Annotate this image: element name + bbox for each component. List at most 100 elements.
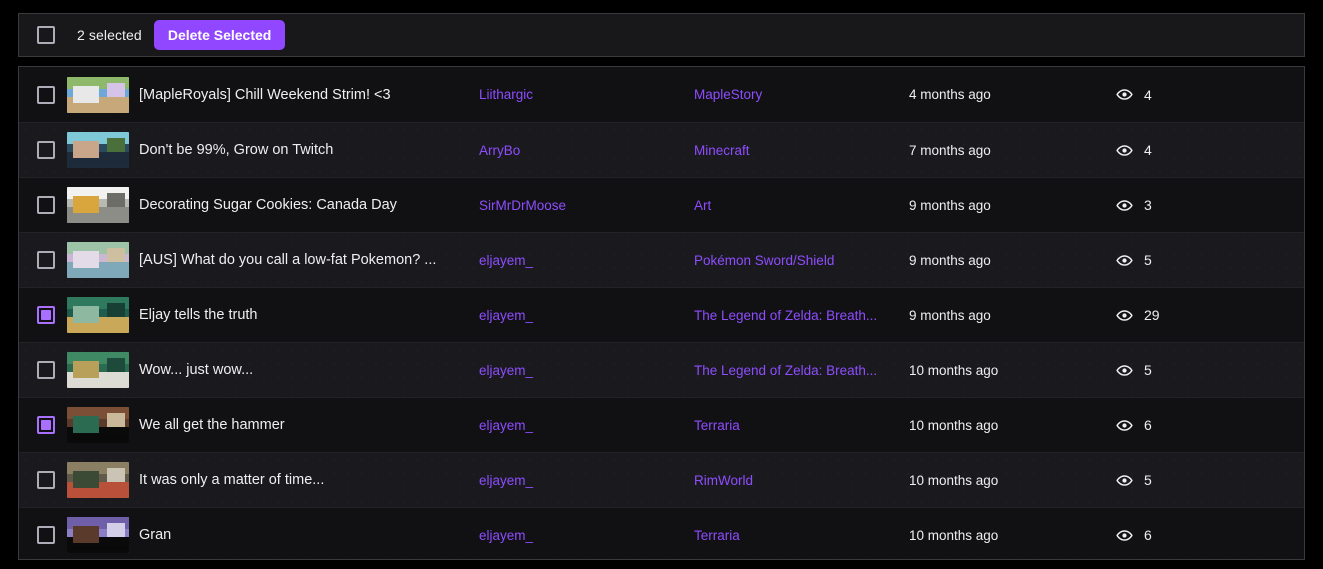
- view-count: 4: [1144, 142, 1152, 158]
- video-manager-screen: 2 selected Delete Selected [MapleRoyals]…: [0, 0, 1323, 569]
- video-thumbnail[interactable]: [67, 297, 129, 333]
- channel-link[interactable]: eljayem_: [479, 253, 694, 268]
- eye-icon: [1116, 307, 1133, 324]
- table-row[interactable]: Gran eljayem_ Terraria 10 months ago 6: [19, 507, 1304, 559]
- published-date: 4 months ago: [909, 87, 991, 102]
- views-cell: 5: [1114, 362, 1294, 379]
- game-link[interactable]: Terraria: [694, 528, 909, 543]
- video-thumbnail[interactable]: [67, 242, 129, 278]
- published-date: 10 months ago: [909, 527, 999, 543]
- channel-link[interactable]: eljayem_: [479, 363, 694, 378]
- game-link[interactable]: RimWorld: [694, 473, 909, 488]
- game-link[interactable]: Minecraft: [694, 143, 909, 158]
- published-date: 10 months ago: [909, 417, 999, 433]
- video-title[interactable]: [AUS] What do you call a low-fat Pokemon…: [139, 252, 479, 268]
- game-link[interactable]: MapleStory: [694, 87, 909, 102]
- row-select-checkbox[interactable]: [37, 526, 55, 544]
- view-count: 4: [1144, 86, 1152, 103]
- table-row[interactable]: Wow... just wow... eljayem_ The Legend of …: [19, 342, 1304, 397]
- thumbnail-cell: [67, 517, 139, 553]
- published-date: 9 months ago: [909, 307, 991, 323]
- thumbnail-cell: [67, 297, 139, 333]
- view-count: 5: [1144, 472, 1152, 488]
- view-count: 5: [1144, 252, 1152, 268]
- video-thumbnail[interactable]: [67, 132, 129, 168]
- view-count: 5: [1144, 362, 1152, 378]
- row-select-checkbox[interactable]: [37, 361, 55, 379]
- eye-icon: [1116, 472, 1133, 489]
- video-thumbnail[interactable]: [67, 517, 129, 553]
- game-link[interactable]: The Legend of Zelda: Breath...: [694, 363, 909, 378]
- view-count: 3: [1144, 197, 1152, 213]
- video-title[interactable]: Decorating Sugar Cookies: Canada Day: [139, 197, 479, 213]
- row-select-checkbox[interactable]: [37, 196, 55, 214]
- video-title[interactable]: Gran: [139, 527, 479, 543]
- video-title[interactable]: Wow... just wow...: [139, 362, 479, 378]
- row-checkbox-cell: [29, 361, 67, 379]
- eye-icon: [1116, 362, 1133, 379]
- views-cell: 5: [1114, 472, 1294, 489]
- table-row[interactable]: [MapleRoyals] Chill Weekend Strim! <3 Lii…: [19, 67, 1304, 122]
- channel-link[interactable]: eljayem_: [479, 418, 694, 433]
- table-row[interactable]: Eljay tells the truth eljayem_ The Legend …: [19, 287, 1304, 342]
- views-cell: 5: [1114, 252, 1294, 269]
- published-date: 10 months ago: [909, 472, 999, 488]
- row-checkbox-cell: [29, 141, 67, 159]
- video-title[interactable]: Don't be 99%, Grow on Twitch: [139, 142, 479, 158]
- delete-selected-button[interactable]: Delete Selected: [153, 20, 286, 50]
- channel-link[interactable]: SirMrDrMoose: [479, 198, 694, 213]
- view-count: 6: [1144, 527, 1152, 543]
- table-row[interactable]: [AUS] What do you call a low-fat Pokemon…: [19, 232, 1304, 287]
- video-thumbnail[interactable]: [67, 352, 129, 388]
- row-select-checkbox[interactable]: [37, 141, 55, 159]
- row-select-checkbox[interactable]: [37, 416, 55, 434]
- row-select-checkbox[interactable]: [37, 251, 55, 269]
- video-title[interactable]: It was only a matter of time...: [139, 472, 479, 488]
- thumbnail-cell: [67, 242, 139, 278]
- channel-link[interactable]: ArryBo: [479, 143, 694, 158]
- video-thumbnail[interactable]: [67, 76, 129, 113]
- row-select-checkbox[interactable]: [37, 471, 55, 489]
- eye-icon: [1116, 197, 1133, 214]
- thumbnail-cell: [67, 76, 139, 113]
- game-link[interactable]: The Legend of Zelda: Breath...: [694, 308, 909, 323]
- game-link[interactable]: Pokémon Sword/Shield: [694, 253, 909, 268]
- views-cell: 4: [1114, 142, 1294, 159]
- video-thumbnail[interactable]: [67, 407, 129, 443]
- channel-link[interactable]: eljayem_: [479, 528, 694, 543]
- video-title[interactable]: Eljay tells the truth: [139, 307, 479, 323]
- row-select-checkbox[interactable]: [37, 85, 55, 104]
- view-count: 6: [1144, 417, 1152, 433]
- table-row[interactable]: Decorating Sugar Cookies: Canada Day SirM…: [19, 177, 1304, 232]
- eye-icon: [1116, 86, 1133, 103]
- eye-icon: [1116, 252, 1133, 269]
- eye-icon: [1116, 527, 1133, 544]
- channel-link[interactable]: eljayem_: [479, 473, 694, 488]
- table-row[interactable]: It was only a matter of time... eljayem_ R…: [19, 452, 1304, 507]
- thumbnail-cell: [67, 132, 139, 168]
- row-select-checkbox[interactable]: [37, 306, 55, 324]
- video-thumbnail[interactable]: [67, 462, 129, 498]
- view-count: 29: [1144, 307, 1160, 323]
- game-link[interactable]: Art: [694, 198, 909, 213]
- row-checkbox-cell: [29, 471, 67, 489]
- selected-count-label: 2 selected: [77, 27, 142, 43]
- table-row[interactable]: Don't be 99%, Grow on Twitch ArryBo Minecr…: [19, 122, 1304, 177]
- channel-link[interactable]: Liithargic: [479, 87, 694, 102]
- table-row[interactable]: We all get the hammer eljayem_ Terraria 10 …: [19, 397, 1304, 452]
- row-checkbox-cell: [29, 306, 67, 324]
- video-table: [MapleRoyals] Chill Weekend Strim! <3 Lii…: [18, 66, 1305, 560]
- row-checkbox-cell: [29, 526, 67, 544]
- thumbnail-cell: [67, 352, 139, 388]
- channel-link[interactable]: eljayem_: [479, 308, 694, 323]
- video-thumbnail[interactable]: [67, 187, 129, 223]
- row-checkbox-cell: [29, 85, 67, 104]
- video-title[interactable]: [MapleRoyals] Chill Weekend Strim! <3: [139, 87, 479, 103]
- views-cell: 6: [1114, 527, 1294, 544]
- select-all-checkbox[interactable]: [37, 26, 55, 44]
- game-link[interactable]: Terraria: [694, 418, 909, 433]
- published-date: 7 months ago: [909, 142, 991, 158]
- row-checkbox-cell: [29, 416, 67, 434]
- video-title[interactable]: We all get the hammer: [139, 417, 479, 433]
- published-date: 9 months ago: [909, 252, 991, 268]
